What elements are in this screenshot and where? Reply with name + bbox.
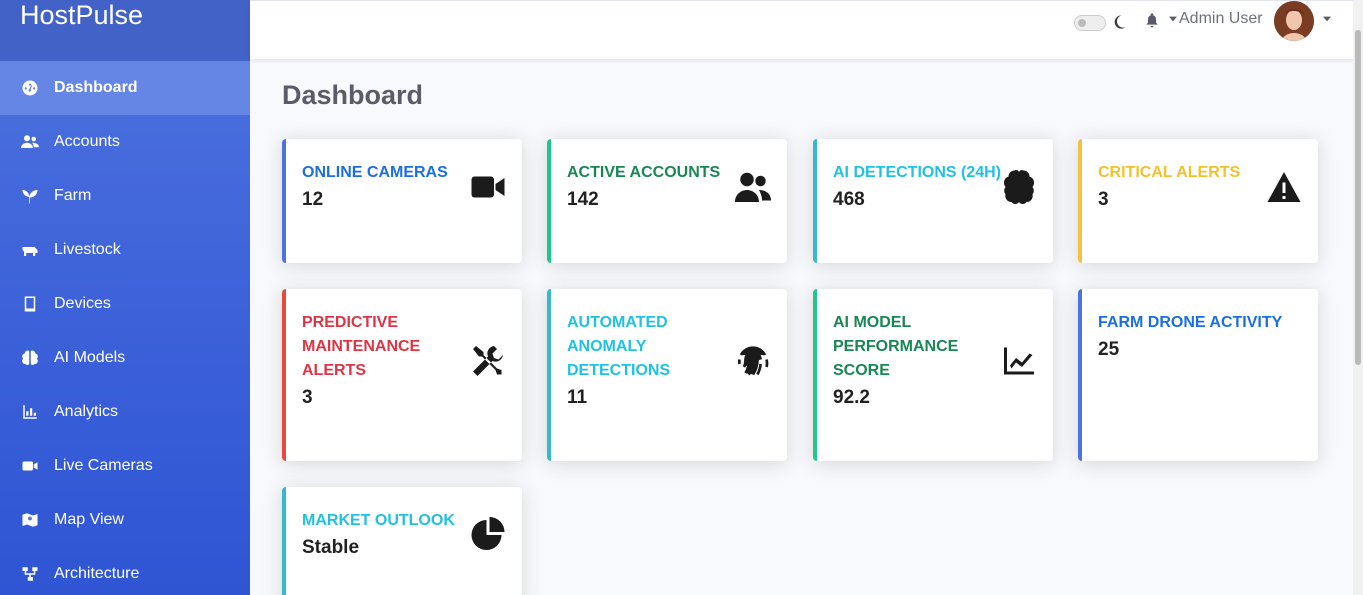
fingerprint-icon [735,343,771,379]
stat-card-drone-activity[interactable]: FARM DRONE ACTIVITY 25 [1078,289,1318,461]
chart-bar-icon [20,402,40,422]
stat-card-model-performance[interactable]: AI MODEL PERFORMANCE SCORE 92.2 [813,289,1053,461]
sidebar-item-label: Analytics [54,403,119,420]
stat-card-anomaly-detections[interactable]: AUTOMATED ANOMALY DETECTIONS 11 [547,289,787,461]
sidebar-item-architecture[interactable]: Architecture [0,547,250,595]
card-value: 11 [567,387,588,408]
video-icon [470,169,506,205]
page-title: Dashboard [282,80,424,110]
topbar: Admin User [250,0,1363,59]
sidebar-item-label: Map View [54,511,124,528]
brand-name: HostPulse [20,0,144,30]
tablet-icon [20,294,40,314]
card-value: 3 [302,387,313,408]
sidebar-item-devices[interactable]: Devices [0,277,250,331]
seedling-icon [20,186,40,206]
warning-icon [1266,169,1302,205]
users-icon [735,169,771,205]
sidebar-item-map-view[interactable]: Map View [0,493,250,547]
sitemap-icon [20,564,40,584]
chevron-down-icon[interactable] [1169,16,1177,22]
stat-card-predictive-maintenance[interactable]: PREDICTIVE MAINTENANCE ALERTS 3 [282,289,522,461]
bell-icon[interactable] [1144,11,1160,29]
sidebar-item-label: Accounts [54,133,120,150]
chart-line-icon [1001,343,1037,379]
theme-toggle[interactable] [1074,15,1106,31]
card-label: AUTOMATED ANOMALY DETECTIONS [567,314,671,379]
sidebar-item-dashboard[interactable]: Dashboard [0,61,250,115]
map-icon [20,510,40,530]
users-icon [20,132,40,152]
sidebar-item-label: Livestock [54,241,121,258]
gauge-icon [20,78,40,98]
brain-icon [20,348,40,368]
sidebar-item-farm[interactable]: Farm [0,169,250,223]
sidebar: HostPulse Dashboard Accounts Farm Livest… [0,0,250,595]
sidebar-item-label: Architecture [54,565,140,582]
sidebar-item-livestock[interactable]: Livestock [0,223,250,277]
scrollbar-thumb[interactable] [1355,30,1361,365]
stat-card-market-outlook[interactable]: MARKET OUTLOOK Stable [282,487,522,595]
sidebar-item-label: Live Cameras [54,457,153,474]
stat-card-critical-alerts[interactable]: CRITICAL ALERTS 3 [1078,139,1318,263]
sidebar-item-live-cameras[interactable]: Live Cameras [0,439,250,493]
video-icon [20,456,40,476]
brand-logo[interactable]: HostPulse [0,0,250,61]
brain-icon [1001,169,1037,205]
stat-card-active-accounts[interactable]: ACTIVE ACCOUNTS 142 [547,139,787,263]
card-value: 25 [1098,339,1120,360]
pie-chart-icon [470,517,506,553]
sidebar-item-label: Dashboard [54,79,138,96]
card-label: PREDICTIVE MAINTENANCE ALERTS [302,314,421,379]
card-value: 92.2 [833,387,870,408]
moon-icon[interactable] [1112,13,1128,31]
stat-card-ai-detections[interactable]: AI DETECTIONS (24H) 468 [813,139,1053,263]
sidebar-item-ai-models[interactable]: AI Models [0,331,250,385]
scrollbar[interactable] [1353,0,1363,595]
sidebar-item-analytics[interactable]: Analytics [0,385,250,439]
chevron-down-icon[interactable] [1323,16,1331,22]
card-label: FARM DRONE ACTIVITY [1098,314,1283,331]
sidebar-item-label: Farm [54,187,92,204]
card-label: AI MODEL PERFORMANCE SCORE [833,314,959,379]
avatar[interactable] [1274,1,1314,41]
cow-icon [20,240,40,260]
stat-card-online-cameras[interactable]: ONLINE CAMERAS 12 [282,139,522,263]
sidebar-item-label: Devices [54,295,111,312]
tools-icon [470,343,506,379]
sidebar-item-label: AI Models [54,349,126,366]
user-name[interactable]: Admin User [1179,10,1263,28]
sidebar-item-accounts[interactable]: Accounts [0,115,250,169]
